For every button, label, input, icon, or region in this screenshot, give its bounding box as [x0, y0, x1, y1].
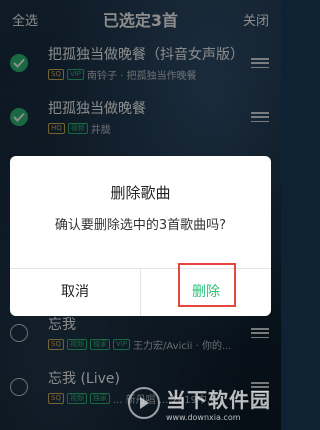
highlight-box: [178, 263, 236, 307]
dialog-message: 确认要删除选中的3首歌曲吗?: [54, 218, 227, 233]
watermark-url: www.downxia.com: [166, 413, 241, 422]
watermark: 当下软件园 www.downxia.com: [128, 384, 271, 422]
delete-confirm-dialog: 删除歌曲 确认要删除选中的3首歌曲吗? 取消 删除: [10, 156, 271, 316]
watermark-logo-icon: [128, 387, 160, 419]
dialog-title: 删除歌曲: [110, 184, 171, 202]
cancel-button[interactable]: 取消: [10, 268, 140, 316]
watermark-brand: 当下软件园: [166, 388, 271, 412]
